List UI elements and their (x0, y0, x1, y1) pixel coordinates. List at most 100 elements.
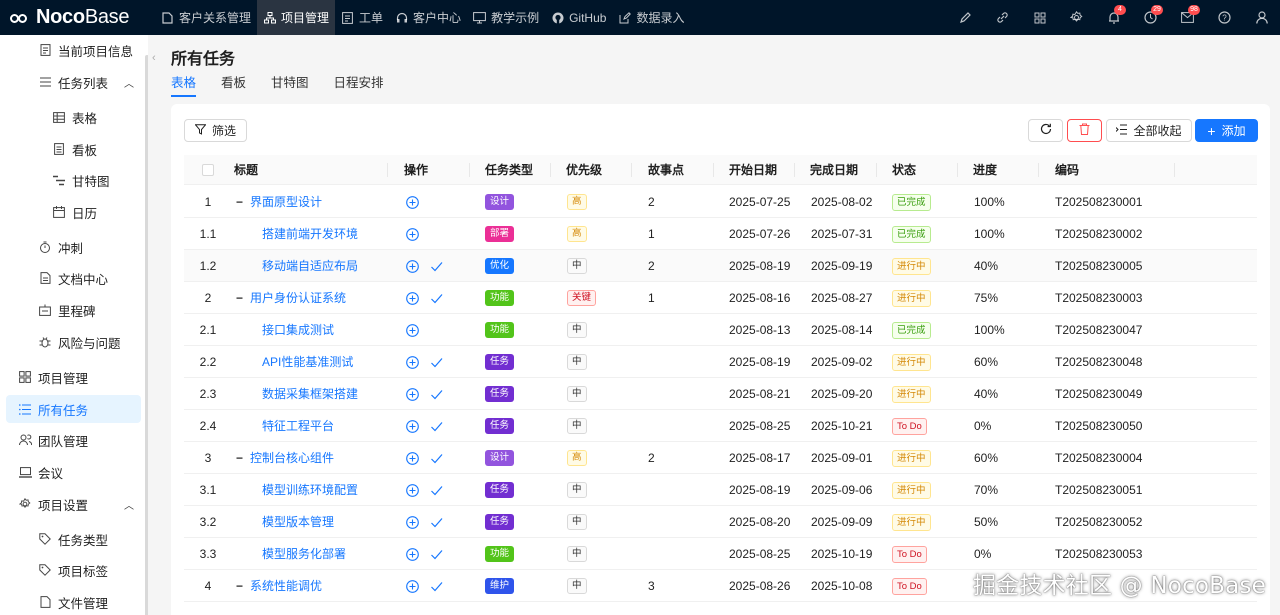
apps-icon[interactable] (1021, 0, 1058, 35)
mark-done-icon[interactable] (430, 516, 443, 529)
sidebar-item-doc-center[interactable]: 文档中心 (38, 264, 108, 292)
table-row[interactable]: 1.1 搭建前端开发环境 部署 高 1 2025-07-26 2025-07-31 已完成 10… (184, 218, 1257, 250)
mark-done-icon[interactable] (430, 484, 443, 497)
column-divider[interactable] (550, 163, 551, 177)
theme-icon[interactable] (947, 0, 984, 35)
mark-done-icon[interactable] (430, 388, 443, 401)
logo[interactable]: NocoBase (0, 0, 155, 35)
table-row[interactable]: 2.4 特征工程平台 任务 中 2025-08-25 2025-10-21 To Do 0% T… (184, 410, 1257, 442)
sidebar-item-task-types[interactable]: 任务类型 (38, 525, 108, 553)
sidebar-item-table[interactable]: 表格 (52, 103, 97, 131)
sidebar-item-calendar[interactable]: 日历 (52, 198, 97, 226)
column-header-status[interactable]: 状态 (892, 155, 916, 185)
task-title-link[interactable]: 控制台核心组件 (250, 451, 334, 465)
task-title-link[interactable]: 接口集成测试 (262, 323, 334, 337)
topnav-item-teaching-examples[interactable]: 教学示例 (467, 0, 545, 35)
column-header-priority[interactable]: 优先级 (566, 155, 602, 185)
sidebar-item-sprint[interactable]: 冲刺 (38, 233, 83, 261)
column-divider[interactable] (957, 163, 958, 177)
topnav-item-customer-center[interactable]: 客户中心 (389, 0, 467, 35)
sidebar-item-project-tags[interactable]: 项目标签 (38, 556, 108, 584)
column-header-progress[interactable]: 进度 (973, 155, 997, 185)
sidebar-item-project-info[interactable]: 当前项目信息 (38, 36, 133, 64)
sidebar-item-all-tasks[interactable]: 所有任务 (6, 395, 141, 423)
sidebar-item-team-management[interactable]: 团队管理 (18, 426, 88, 454)
tab-schedule[interactable]: 日程安排 (334, 72, 384, 94)
link-icon[interactable] (984, 0, 1021, 35)
column-divider[interactable] (713, 163, 714, 177)
mark-done-icon[interactable] (430, 548, 443, 561)
tab-table[interactable]: 表格 (171, 72, 197, 97)
add-child-icon[interactable] (406, 516, 419, 529)
table-row[interactable]: 2.2 API性能基准测试 任务 中 2025-08-19 2025-09-02 进行中 60… (184, 346, 1257, 378)
collapse-row-icon[interactable]: − (236, 570, 246, 602)
sidebar-item-project-settings[interactable]: 项目设置 ︿ (18, 490, 140, 518)
sidebar-item-meetings[interactable]: 会议 (18, 458, 63, 486)
table-row[interactable]: 2 − 用户身份认证系统 功能 关键 1 2025-08-16 2025-08-27 进行中 75… (184, 282, 1257, 314)
add-child-icon[interactable] (406, 420, 419, 433)
settings-icon[interactable] (1058, 0, 1095, 35)
column-header-task-type[interactable]: 任务类型 (485, 155, 533, 185)
sidebar-item-task-list[interactable]: 任务列表 ︿ (38, 68, 140, 96)
table-row[interactable]: 2.1 接口集成测试 功能 中 2025-08-13 2025-08-14 已完成 100% T… (184, 314, 1257, 346)
topnav-item-tickets[interactable]: 工单 (335, 0, 389, 35)
column-divider[interactable] (469, 163, 470, 177)
delete-button[interactable] (1067, 119, 1102, 142)
task-title-link[interactable]: 系统性能调优 (250, 579, 322, 593)
sidebar-item-kanban[interactable]: 看板 (52, 135, 97, 163)
topnav-item-data-entry[interactable]: 数据录入 (612, 0, 690, 35)
mark-done-icon[interactable] (430, 260, 443, 273)
task-title-link[interactable]: 模型训练环境配置 (262, 483, 358, 497)
mark-done-icon[interactable] (430, 292, 443, 305)
column-divider[interactable] (1038, 163, 1039, 177)
filter-button[interactable]: 筛选 (184, 119, 247, 142)
topnav-item-project-management[interactable]: 项目管理 (257, 0, 336, 35)
collapse-row-icon[interactable]: − (236, 442, 246, 474)
collapse-row-icon[interactable]: − (236, 282, 246, 314)
table-row[interactable]: 2.3 数据采集框架搭建 任务 中 2025-08-21 2025-09-20 进行中 40%… (184, 378, 1257, 410)
task-title-link[interactable]: 模型版本管理 (262, 515, 334, 529)
add-child-icon[interactable] (406, 452, 419, 465)
user-icon[interactable] (1243, 0, 1280, 35)
add-child-icon[interactable] (406, 388, 419, 401)
table-row[interactable]: 1.2 移动端自适应布局 优化 中 2 2025-08-19 2025-09-19 进行中 40… (184, 250, 1257, 282)
mark-done-icon[interactable] (430, 452, 443, 465)
task-title-link[interactable]: 用户身份认证系统 (250, 291, 346, 305)
collapse-row-icon[interactable]: − (236, 186, 246, 218)
chevron-left-icon[interactable]: ‹ (152, 52, 156, 64)
column-divider[interactable] (387, 163, 388, 177)
tab-kanban[interactable]: 看板 (221, 72, 246, 94)
bell-icon[interactable]: 4 (1095, 0, 1132, 35)
help-icon[interactable]: ? (1206, 0, 1243, 35)
refresh-button[interactable] (1028, 119, 1063, 142)
table-row[interactable]: 3 − 控制台核心组件 设计 高 2 2025-08-17 2025-09-01 进行中 60% T… (184, 442, 1257, 474)
column-divider[interactable] (1174, 163, 1175, 177)
tab-gantt[interactable]: 甘特图 (271, 72, 309, 94)
add-child-icon[interactable] (406, 548, 419, 561)
column-divider[interactable] (794, 163, 795, 177)
task-title-link[interactable]: 搭建前端开发环境 (262, 227, 358, 241)
task-title-link[interactable]: 界面原型设计 (250, 195, 322, 209)
column-header-code[interactable]: 编码 (1055, 155, 1079, 185)
table-row[interactable]: 1 − 界面原型设计 设计 高 2 2025-07-25 2025-08-02 已完成 100% T… (184, 186, 1257, 218)
column-divider[interactable] (876, 163, 877, 177)
add-child-icon[interactable] (406, 324, 419, 337)
table-row[interactable]: 3.1 模型训练环境配置 任务 中 2025-08-19 2025-09-06 进行中 70%… (184, 474, 1257, 506)
task-title-link[interactable]: 移动端自适应布局 (262, 259, 358, 273)
column-header-title[interactable]: 标题 (234, 155, 258, 185)
topnav-item-github[interactable]: GitHub (545, 0, 612, 35)
add-child-icon[interactable] (406, 228, 419, 241)
task-title-link[interactable]: API性能基准测试 (262, 355, 353, 369)
add-button[interactable]: + 添加 (1195, 119, 1258, 142)
mark-done-icon[interactable] (430, 420, 443, 433)
sidebar-item-file-management[interactable]: 文件管理 (38, 588, 108, 615)
add-child-icon[interactable] (406, 356, 419, 369)
sidebar-item-project-management[interactable]: 项目管理 (18, 363, 88, 391)
column-header-end-date[interactable]: 完成日期 (810, 155, 858, 185)
select-all-checkbox[interactable] (202, 164, 214, 176)
column-header-actions[interactable]: 操作 (404, 155, 428, 185)
topnav-item-crm[interactable]: 客户关系管理 (155, 0, 257, 35)
clock-icon[interactable]: 29 (1132, 0, 1169, 35)
mail-icon[interactable]: 98 (1169, 0, 1206, 35)
add-child-icon[interactable] (406, 196, 419, 209)
